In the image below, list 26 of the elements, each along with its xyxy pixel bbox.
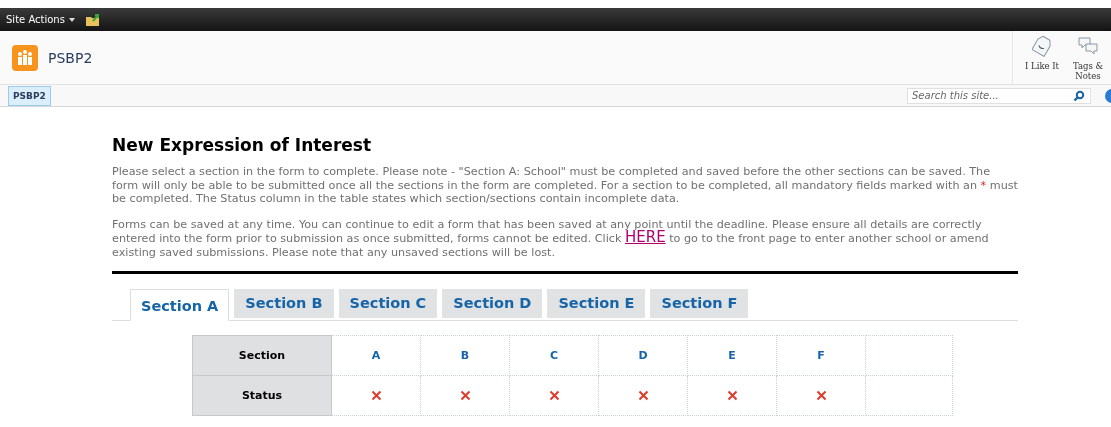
table-cell: E [687, 335, 777, 376]
instructions-paragraph: Forms can be saved at any time. You can continue to edit a form that has been saved at any point until the deadline. Please ensure all details are correctly entered into the form prior to submission as once submitted, forms cannot be edited. Click HERE to go to the front page to enter another school or amend existing saved submissions. Please note that any unsaved sections will be lost. [112, 217, 990, 259]
page-title: New Expression of Interest [112, 135, 373, 155]
table-cell: D [598, 335, 688, 376]
instructions-paragraph: Please select a section in the form to complete. Please note - "Section A: School" must be completed and saved before the other sections can be saved. The form will only be able to be submitted once all the sections in the form are completed. For a section to be completed, all mandatory fields marked with an * must be completed. The Status column in the table states which section/sections contain incomplete data. [112, 165, 1018, 206]
table-cell: B [420, 335, 510, 376]
section-tab[interactable]: Section B [234, 289, 334, 318]
site-actions-menu[interactable]: Site Actions [6, 14, 75, 25]
caret-icon [68, 17, 75, 22]
table-cell: A [331, 335, 421, 376]
section-tab[interactable]: Section A [130, 289, 230, 321]
table-cell: C [509, 335, 599, 376]
speech-bubbles-icon [1077, 35, 1099, 57]
row-header: Section [192, 335, 332, 376]
row-header: Status [192, 375, 332, 416]
tags-notes-button[interactable]: Tags & Notes [1065, 31, 1111, 84]
section-tab[interactable]: Section E [547, 289, 646, 318]
tag-icon [1032, 35, 1052, 57]
site-title: PSBP2 [48, 49, 94, 66]
section-tab[interactable]: Section C [338, 289, 438, 318]
table-cell: F [776, 335, 866, 376]
nav-tab[interactable]: PSBP2 [8, 85, 51, 106]
section-tab[interactable]: Section F [650, 289, 749, 318]
section-tab[interactable]: Section D [442, 289, 543, 318]
like-button[interactable]: I Like It [1019, 31, 1065, 84]
folder-arrow-icon[interactable] [84, 13, 101, 26]
